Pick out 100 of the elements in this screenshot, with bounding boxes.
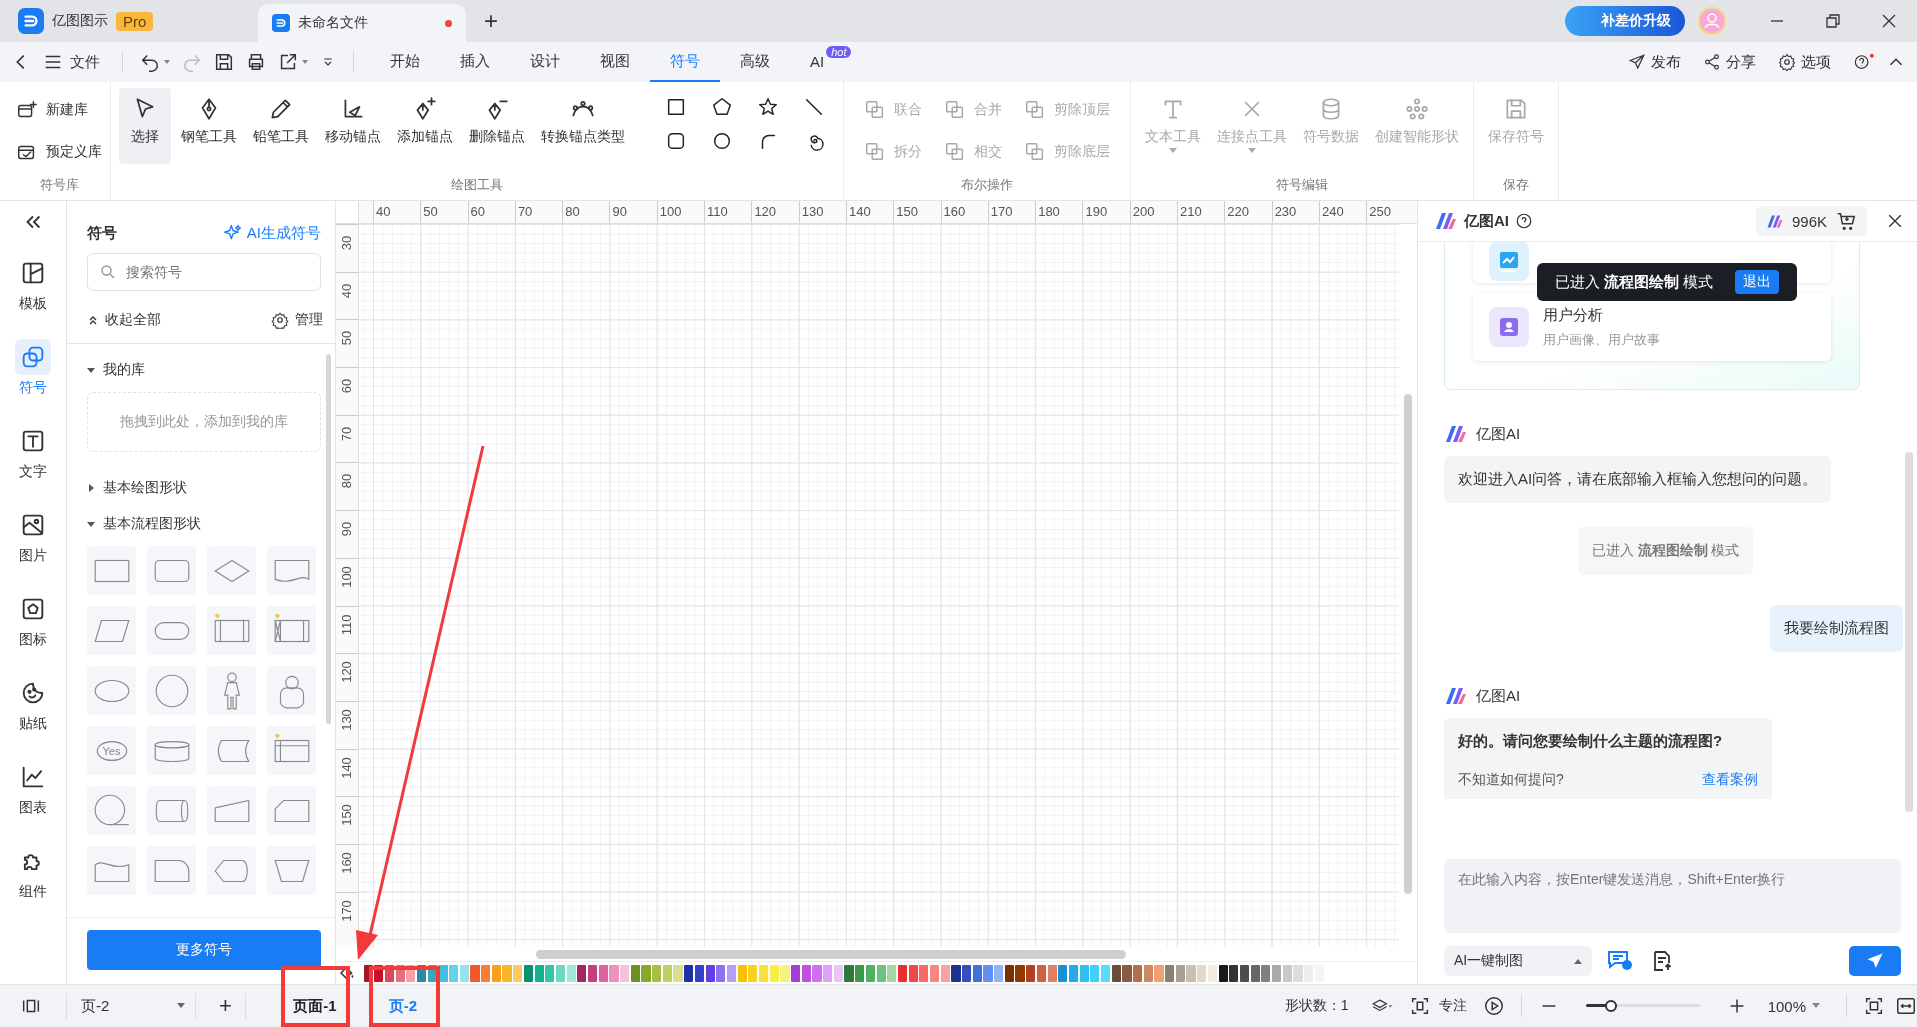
sidebar-item[interactable]: 组件	[7, 837, 59, 907]
page-tab[interactable]: 页-2	[373, 989, 433, 1023]
library-header[interactable]: 基本流程图形状	[87, 510, 201, 538]
ruler-label: 130	[798, 201, 846, 223]
ruler-label: 150	[339, 804, 355, 827]
ruler-label: 60	[467, 201, 515, 223]
ruler-label: 50	[420, 201, 468, 223]
ruler-label: 120	[751, 201, 799, 223]
sidebar-item[interactable]: 贴纸	[7, 669, 59, 739]
ruler-label: 160	[940, 201, 988, 223]
chat-message: 欢迎进入AI问答，请在底部输入框输入您想问的问题。	[1444, 456, 1832, 503]
toolbar-action[interactable]: 分享	[1703, 52, 1756, 72]
ruler-label: 140	[339, 756, 355, 779]
ruler-label: 60	[339, 378, 355, 394]
ruler-label: 80	[339, 474, 355, 489]
examples-link[interactable]: 查看案例	[1702, 771, 1758, 789]
credit-count: 996K	[1791, 212, 1827, 230]
focus-mode-button[interactable]: 专注	[1408, 995, 1467, 1017]
file-menu-button[interactable]: 文件	[42, 51, 100, 73]
menu-tab[interactable]: 开始	[370, 42, 440, 82]
suggestion-card[interactable]: 用户分析 用户画像、用户故事	[1473, 293, 1831, 361]
zoom-dropdown[interactable]: 100%	[1767, 997, 1820, 1015]
credits-chip[interactable]: 996K	[1755, 206, 1867, 236]
ruler-label: 160	[339, 852, 355, 874]
ruler-label: 120	[339, 661, 355, 684]
sidebar-item[interactable]: 图表	[7, 753, 59, 823]
sidebar-item[interactable]: 符号	[7, 333, 59, 403]
ribbon-tool-button[interactable]: 钢笔工具	[175, 88, 243, 164]
hot-badge: hot	[826, 46, 852, 58]
ruler-label: 70	[339, 426, 355, 441]
ribbon-tool-button[interactable]: 移动锚点	[319, 88, 387, 164]
ribbon-group-label: 符号编辑	[1276, 176, 1328, 194]
collapse-all-button[interactable]: 收起全部	[87, 311, 161, 329]
system-message: 已进入 流程图绘制 模式	[1577, 527, 1754, 575]
panel-title: 符号	[87, 223, 117, 243]
ruler-label: 100	[656, 201, 705, 223]
menu-tab[interactable]: 高级	[720, 42, 790, 82]
more-symbols-button[interactable]: 更多符号	[87, 930, 321, 970]
toast-text: 已进入 流程图绘制 模式	[1555, 272, 1714, 292]
new-tab-button[interactable]: +	[466, 0, 516, 42]
ruler-label: 170	[987, 201, 1036, 223]
ruler-label: 90	[339, 521, 355, 537]
card-title: 用户分析	[1543, 305, 1604, 325]
ribbon-tool-button[interactable]: 添加锚点	[391, 88, 459, 164]
sidebar-item[interactable]: 图标	[7, 585, 59, 655]
sidebar-item[interactable]: 图片	[7, 501, 59, 571]
toolbar-action[interactable]: 发布	[1628, 52, 1681, 72]
ruler-label: 90	[609, 201, 657, 223]
menu-tab[interactable]: 设计	[510, 42, 580, 82]
ribbon-tool-button[interactable]: 铅笔工具	[247, 88, 315, 164]
ruler-label: 110	[339, 614, 355, 635]
ruler-label: 170	[339, 899, 355, 922]
sidebar-item[interactable]: 文字	[7, 417, 59, 487]
ribbon-tool-button[interactable]: 转换锚点类型	[535, 88, 631, 164]
app-name: 亿图图示	[52, 12, 108, 30]
ruler-label: 190	[1082, 201, 1130, 223]
ruler-label: 110	[704, 201, 752, 223]
ruler-label: 80	[562, 201, 610, 223]
menu-tab[interactable]: 视图	[580, 42, 650, 82]
sender-name: 亿图AI	[1476, 686, 1521, 706]
shape-label: Yes	[102, 744, 121, 757]
page-tab[interactable]: 页面-1	[285, 989, 345, 1023]
mode-dropdown[interactable]: AI一键制图	[1444, 946, 1592, 976]
ruler-label: 50	[339, 331, 355, 346]
ai-generate-link[interactable]: AI生成符号	[222, 223, 321, 243]
message-input[interactable]: 在此输入内容，按Enter键发送消息，Shift+Enter换行	[1444, 859, 1901, 933]
ruler-label: 100	[339, 565, 355, 588]
shape-count: 形状数：1	[1284, 997, 1349, 1015]
ribbon-group-label: 保存	[1503, 176, 1529, 194]
ruler-label: 220	[1224, 201, 1272, 223]
symbol-tile[interactable]: Yes	[87, 726, 136, 775]
ruler-label: 130	[339, 709, 355, 731]
hint-text: 不知道如何提问?	[1458, 771, 1564, 789]
ribbon-group-label: 绘图工具	[451, 176, 503, 194]
ruler-label: 40	[373, 201, 421, 223]
manage-button[interactable]: 管理	[271, 311, 323, 329]
sender-name: 亿图AI	[1476, 424, 1521, 444]
library-header[interactable]: 基本绘图形状	[87, 474, 187, 502]
menu-tab[interactable]: 插入	[440, 42, 510, 82]
ruler-label: 240	[1318, 201, 1367, 223]
ribbon-button[interactable]: 新建库	[16, 94, 102, 126]
toolbar-action[interactable]: 选项	[1778, 52, 1831, 72]
upgrade-button[interactable]: 补差价升级	[1565, 6, 1685, 36]
ribbon-button[interactable]: 预定义库	[16, 136, 102, 168]
chat-message: 好的。请问您要绘制什么主题的流程图?	[1458, 732, 1724, 751]
document-tab[interactable]: 未命名文件	[258, 4, 466, 42]
pro-badge: Pro	[116, 11, 154, 31]
ribbon-group-label: 符号库	[39, 176, 79, 194]
sidebar-item[interactable]: 模板	[7, 249, 59, 319]
ruler-label: 40	[339, 283, 355, 298]
ribbon-tool-button[interactable]: 选择	[119, 88, 171, 164]
add-page-button[interactable]: +	[206, 993, 246, 1019]
library-header[interactable]: 我的库	[87, 356, 145, 384]
search-field[interactable]: 搜索符号	[87, 253, 321, 291]
ruler-label: 180	[1035, 201, 1083, 223]
page-dropdown[interactable]: 页-2	[66, 993, 196, 1019]
ribbon-tool-button[interactable]: 删除锚点	[463, 88, 531, 164]
ruler-label: 250	[1366, 201, 1414, 223]
exit-button[interactable]: 退出	[1735, 270, 1779, 294]
card-subtitle: 用户画像、用户故事	[1543, 330, 1660, 349]
